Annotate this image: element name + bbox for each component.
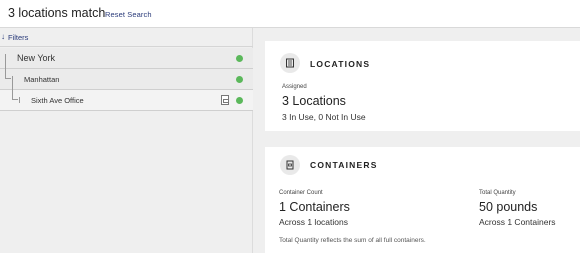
container-icon [280,155,300,175]
tree-connector [5,78,11,79]
locations-card-title: LOCATIONS [310,59,371,69]
total-quantity-value: 50 pounds [479,200,538,214]
tree-connector [19,97,20,103]
tree-connector [12,90,13,99]
usage-summary: 3 In Use, 0 Not In Use [282,112,366,122]
total-quantity-sub: Across 1 Containers [479,217,556,227]
summary-panel: LOCATIONS Assigned 3 Locations 3 In Use,… [253,28,580,253]
filters-toggle[interactable]: ↓ Filters [0,28,253,47]
arrow-down-icon: ↓ [1,32,5,41]
reset-search-link[interactable]: Reset Search [105,10,152,19]
top-bar: 3 locations match Reset Search [0,0,580,28]
tree-connector [12,99,18,100]
tree-item-label: New York [17,53,56,63]
tree-connector [5,69,6,78]
tree-connector [12,76,13,90]
quantity-note: Total Quantity reflects the sum of all f… [279,237,426,244]
tree-connector [5,54,6,69]
locations-card: LOCATIONS Assigned 3 Locations 3 In Use,… [265,41,580,131]
containers-card-title: CONTAINERS [310,160,378,170]
building-icon [280,53,300,73]
status-dot [236,76,243,83]
status-dot [236,97,243,104]
containers-card: CONTAINERS Container Count 1 Containers … [265,147,580,253]
tree-item-sixth-ave-office[interactable]: Sixth Ave Office [0,90,253,111]
tree-item-new-york[interactable]: New York [0,48,253,69]
tree-item-label: Sixth Ave Office [31,96,84,105]
container-count-value: 1 Containers [279,200,350,214]
location-tree-panel: ↓ Filters New York Manhattan Sixth Ave O… [0,28,253,253]
page-title: 3 locations match [8,6,106,20]
container-count-sub: Across 1 locations [279,217,348,227]
status-dot [236,55,243,62]
assigned-label: Assigned [282,84,307,90]
assigned-value: 3 Locations [282,94,346,108]
filters-label: Filters [8,33,29,42]
container-count-label: Container Count [279,190,323,196]
total-quantity-label: Total Quantity [479,190,516,196]
tree-item-manhattan[interactable]: Manhattan [0,69,253,90]
container-icon[interactable] [221,95,229,105]
tree-item-label: Manhattan [24,75,60,84]
